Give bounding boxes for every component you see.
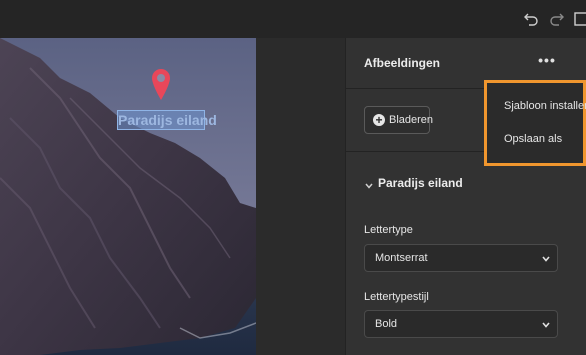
options-menu: Sjabloon installeren Opslaan als bbox=[484, 80, 586, 166]
top-toolbar bbox=[0, 0, 586, 39]
chevron-down-icon bbox=[541, 320, 551, 330]
section-title: Paradijs eiland bbox=[378, 176, 463, 190]
map-text-label[interactable]: Paradijs eiland bbox=[117, 110, 217, 130]
undo-icon[interactable] bbox=[522, 10, 540, 28]
font-select[interactable]: Montserrat bbox=[364, 244, 558, 272]
menu-item-save-as[interactable]: Opslaan als bbox=[504, 133, 562, 145]
more-options-button[interactable]: ••• bbox=[536, 53, 558, 72]
plus-icon: + bbox=[373, 114, 385, 126]
layout-icon[interactable] bbox=[574, 10, 586, 28]
font-label: Lettertype bbox=[364, 224, 413, 236]
chevron-down-icon bbox=[364, 178, 374, 189]
canvas-area: Paradijs eiland bbox=[0, 38, 345, 355]
island-photo[interactable] bbox=[0, 38, 256, 355]
section-toggle[interactable]: Paradijs eiland bbox=[364, 176, 564, 194]
font-style-label: Lettertypestijl bbox=[364, 291, 429, 303]
browse-button[interactable]: + Bladeren bbox=[364, 106, 434, 134]
redo-icon[interactable] bbox=[548, 10, 566, 28]
panel-title: Afbeeldingen bbox=[364, 56, 441, 70]
chevron-down-icon bbox=[541, 254, 551, 264]
menu-item-install-template[interactable]: Sjabloon installeren bbox=[504, 100, 586, 112]
font-style-select-value: Bold bbox=[375, 318, 398, 330]
font-style-select[interactable]: Bold bbox=[364, 310, 558, 338]
font-select-value: Montserrat bbox=[375, 252, 428, 264]
browse-button-label: Bladeren bbox=[389, 114, 434, 126]
map-pin-icon[interactable] bbox=[150, 68, 172, 102]
